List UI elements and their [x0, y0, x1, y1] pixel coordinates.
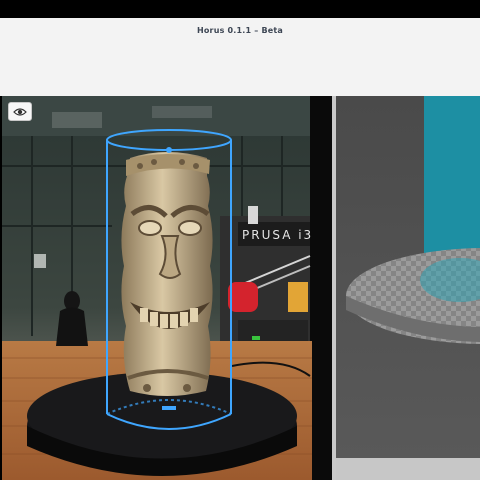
toggle-view-button[interactable] [8, 102, 32, 121]
printer-label: PRUSA i3 [242, 228, 313, 242]
camera-image: PRUSA i3 [2, 96, 332, 480]
window-title: Horus 0.1.1 – Beta [196, 26, 284, 35]
eye-icon [13, 107, 27, 116]
scene-view [336, 96, 480, 480]
window-titlebar: Horus 0.1.1 – Beta [0, 18, 480, 96]
camera-panel: PRUSA i3 [0, 96, 336, 480]
scene-panel[interactable] [336, 96, 480, 480]
